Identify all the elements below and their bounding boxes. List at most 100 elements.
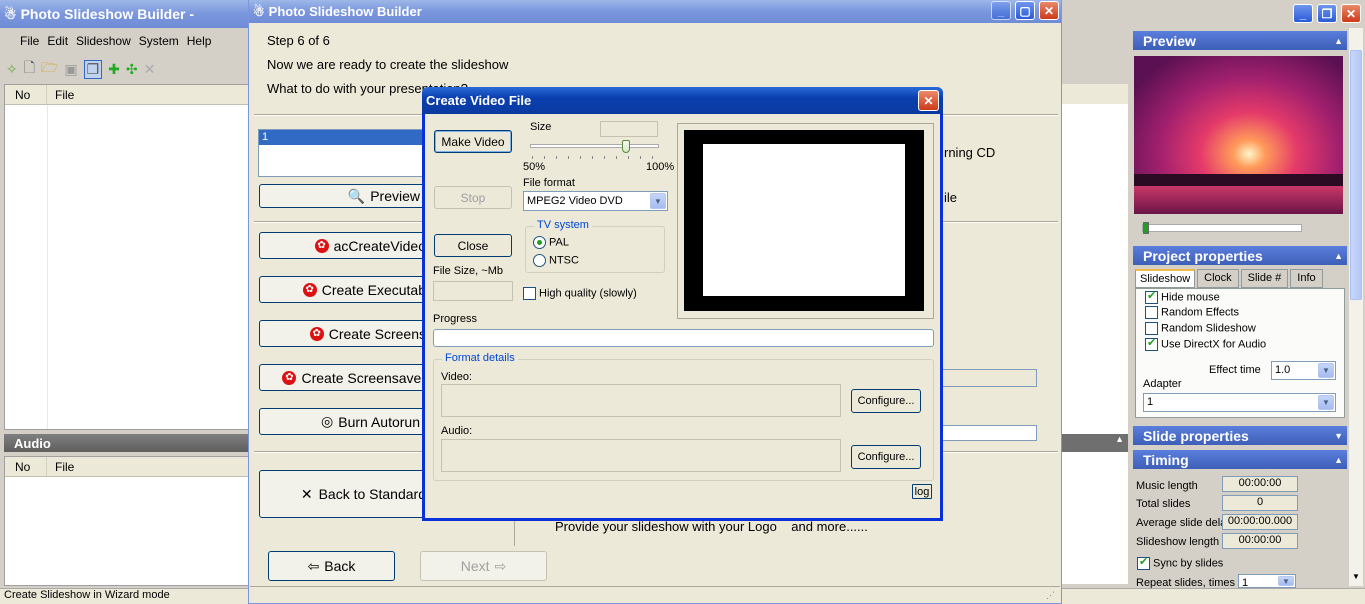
high-quality-checkbox[interactable]: High quality (slowly)	[523, 287, 637, 300]
column-file[interactable]: File	[47, 85, 82, 104]
tab-clock[interactable]: Clock	[1197, 269, 1239, 288]
sync-by-slides[interactable]: Sync by slides	[1137, 555, 1223, 570]
chevron-down-icon[interactable]: ▼	[1318, 363, 1334, 378]
menu-system[interactable]: System	[139, 34, 179, 48]
radio-icon[interactable]	[533, 254, 546, 267]
back-to-standard-button[interactable]: ✕ Back to Standard	[259, 470, 427, 518]
wizard-maximize-button[interactable]: ▢	[1015, 1, 1035, 20]
add-slide-icon[interactable]: ✚	[108, 61, 120, 78]
file-format-label: File format	[523, 177, 575, 189]
chevron-down-icon[interactable]: ▼	[1278, 576, 1294, 586]
file-size-label: File Size, ~Mb	[433, 265, 503, 277]
menu-slideshow[interactable]: Slideshow	[76, 34, 131, 48]
audio-column-file[interactable]: File	[47, 457, 82, 476]
timing-delay-label: Average slide delay	[1136, 517, 1232, 529]
make-video-button[interactable]: Make Video	[434, 130, 512, 153]
disc-icon: ◎	[321, 413, 334, 429]
checkbox-icon[interactable]	[1145, 306, 1158, 319]
configure-audio-button[interactable]: Configure...	[851, 445, 921, 469]
expand-icon[interactable]: ▼	[1334, 431, 1343, 441]
collapse-icon[interactable]: ▲	[1334, 455, 1343, 465]
action-create-video[interactable]: ✿ acCreateVideo	[259, 232, 427, 259]
tab-slideshow[interactable]: Slideshow	[1135, 269, 1196, 288]
dialog-close-button[interactable]: ✕	[918, 90, 939, 111]
scroll-thumb[interactable]	[1350, 50, 1362, 300]
save-icon[interactable]: ▣	[64, 61, 77, 78]
audio-details-field	[441, 439, 841, 472]
adapter-select[interactable]: 1 ▼	[1143, 393, 1336, 412]
size-slider[interactable]	[528, 140, 661, 162]
collapse-icon[interactable]: ▲	[1334, 36, 1343, 46]
column-no[interactable]: No	[5, 85, 47, 104]
checkbox-icon[interactable]	[523, 287, 536, 300]
timing-music-value: 00:00:00	[1222, 476, 1298, 492]
tab-info[interactable]: Info	[1290, 269, 1323, 288]
menu-help[interactable]: Help	[187, 34, 212, 48]
dialog-close-text-button[interactable]: Close	[434, 234, 512, 257]
main-bg-audio-strip: ▲	[1060, 434, 1128, 452]
checkbox-icon[interactable]	[1145, 322, 1158, 335]
menu-file[interactable]: File	[20, 34, 39, 48]
radio-icon[interactable]	[533, 236, 546, 249]
wizard-close-button[interactable]: ✕	[1039, 1, 1059, 20]
timing-slides-value: 0	[1222, 495, 1298, 511]
list-item[interactable]: 1	[259, 130, 427, 145]
audio-details-label: Audio:	[441, 425, 473, 437]
main-maximize-button[interactable]: ❐	[1317, 4, 1337, 23]
option-random-effects[interactable]: Random Effects	[1145, 306, 1239, 319]
audio-column-no[interactable]: No	[5, 457, 47, 476]
collapse-icon[interactable]: ▲	[1334, 251, 1343, 261]
wand-icon[interactable]: ✧	[6, 61, 18, 78]
option-use-directx[interactable]: Use DirectX for Audio	[1145, 336, 1266, 351]
back-button[interactable]: ⇦ Back	[268, 551, 395, 581]
audio-list[interactable]: No File	[4, 456, 250, 586]
wizard-right-text-2: ile	[944, 190, 958, 205]
repeat-select[interactable]: 1 ▼	[1238, 574, 1296, 588]
wizard-right-field-2[interactable]	[942, 425, 1037, 441]
action-create-screensaver[interactable]: ✿ Create Screensaver	[259, 364, 427, 391]
main-close-button[interactable]: ✕	[1341, 4, 1361, 23]
chevron-down-icon[interactable]: ▼	[1318, 395, 1334, 410]
wizard-minimize-button[interactable]: _	[991, 1, 1011, 20]
resize-grip-icon[interactable]: ⋰	[1046, 590, 1055, 601]
checkbox-icon[interactable]	[1137, 555, 1150, 570]
checkbox-icon[interactable]	[1145, 336, 1158, 351]
promo-text[interactable]: Provide your slideshow with your Logo an…	[555, 519, 868, 534]
tab-slide-number[interactable]: Slide #	[1240, 269, 1289, 288]
slides-list[interactable]: No File	[4, 84, 250, 430]
file-format-select[interactable]: MPEG2 Video DVD ▼	[523, 191, 668, 211]
stop-button[interactable]: Stop	[434, 186, 512, 209]
tv-pal-radio[interactable]: PAL	[533, 236, 569, 249]
delete-icon[interactable]: ✕	[144, 61, 156, 78]
main-minimize-button[interactable]: _	[1293, 4, 1313, 23]
size-min-label: 50%	[523, 161, 546, 173]
wizard-list[interactable]: 1	[258, 129, 428, 177]
slider-thumb[interactable]	[621, 140, 630, 153]
preview-header: Preview ▲	[1133, 31, 1347, 50]
slides-icon[interactable]: ❐	[83, 59, 103, 79]
action-create-screens[interactable]: ✿ Create Screens	[259, 320, 427, 347]
video-details-field	[441, 384, 841, 417]
timing-length-value: 00:00:00	[1222, 533, 1298, 549]
checkbox-icon[interactable]	[1145, 289, 1158, 304]
wizard-preview-button[interactable]: 🔍 Preview	[259, 184, 427, 208]
effect-time-select[interactable]: 1.0 ▼	[1271, 361, 1336, 380]
action-burn-autorun[interactable]: ◎ Burn Autorun	[259, 408, 427, 435]
chevron-down-icon[interactable]: ▼	[650, 193, 666, 209]
open-folder-icon[interactable]: 🗁	[41, 57, 58, 81]
video-preview-canvas	[703, 144, 905, 296]
tv-ntsc-radio[interactable]: NTSC	[533, 254, 579, 267]
adapter-label: Adapter	[1143, 378, 1182, 390]
scroll-down-icon[interactable]: ▼	[1350, 572, 1362, 584]
insert-slide-icon[interactable]: ✣	[126, 61, 138, 78]
action-create-executable[interactable]: ✿ Create Executab	[259, 276, 427, 303]
preview-slider[interactable]	[1142, 222, 1302, 234]
option-random-slideshow[interactable]: Random Slideshow	[1145, 322, 1256, 335]
option-hide-mouse[interactable]: Hide mouse	[1145, 289, 1220, 304]
log-button[interactable]: log	[912, 484, 932, 499]
menu-edit[interactable]: Edit	[47, 34, 68, 48]
next-button[interactable]: Next ⇨	[420, 551, 547, 581]
right-scrollbar[interactable]: ▼	[1349, 28, 1363, 586]
new-file-icon[interactable]: 🗋	[24, 57, 35, 81]
configure-video-button[interactable]: Configure...	[851, 389, 921, 413]
